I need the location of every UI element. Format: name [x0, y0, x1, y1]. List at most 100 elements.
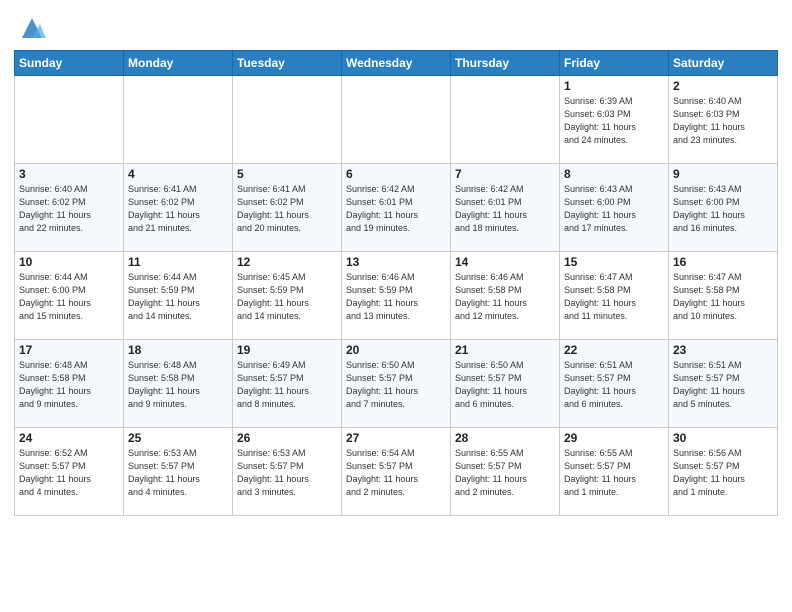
day-number: 25	[128, 431, 228, 445]
day-info: Sunrise: 6:41 AM Sunset: 6:02 PM Dayligh…	[128, 183, 228, 235]
day-number: 28	[455, 431, 555, 445]
day-info: Sunrise: 6:46 AM Sunset: 5:59 PM Dayligh…	[346, 271, 446, 323]
calendar-cell: 12 Sunrise: 6:45 AM Sunset: 5:59 PM Dayli…	[233, 252, 342, 340]
calendar-cell: 17 Sunrise: 6:48 AM Sunset: 5:58 PM Dayli…	[15, 340, 124, 428]
calendar-cell: 4Sunrise: 6:41 AM Sunset: 6:02 PM Daylig…	[124, 164, 233, 252]
weekday-header-friday: Friday	[560, 51, 669, 76]
logo-icon	[18, 14, 46, 42]
calendar-cell: 16 Sunrise: 6:47 AM Sunset: 5:58 PM Dayli…	[669, 252, 778, 340]
day-info: Sunrise: 6:42 AM Sunset: 6:01 PM Dayligh…	[455, 183, 555, 235]
calendar-cell: 21Sunrise: 6:50 AM Sunset: 5:57 PM Dayli…	[451, 340, 560, 428]
calendar-cell: 15 Sunrise: 6:47 AM Sunset: 5:58 PM Dayli…	[560, 252, 669, 340]
calendar-cell: 8 Sunrise: 6:43 AM Sunset: 6:00 PM Daylig…	[560, 164, 669, 252]
day-number: 15	[564, 255, 664, 269]
calendar-week-4: 17 Sunrise: 6:48 AM Sunset: 5:58 PM Dayli…	[15, 340, 778, 428]
day-number: 19	[237, 343, 337, 357]
day-info: Sunrise: 6:48 AM Sunset: 5:58 PM Dayligh…	[19, 359, 119, 411]
day-info: Sunrise: 6:41 AM Sunset: 6:02 PM Dayligh…	[237, 183, 337, 235]
day-info: Sunrise: 6:44 AM Sunset: 5:59 PM Dayligh…	[128, 271, 228, 323]
weekday-header-wednesday: Wednesday	[342, 51, 451, 76]
calendar-cell: 27 Sunrise: 6:54 AM Sunset: 5:57 PM Dayli…	[342, 428, 451, 516]
logo	[14, 14, 46, 42]
calendar-cell: 18 Sunrise: 6:48 AM Sunset: 5:58 PM Dayli…	[124, 340, 233, 428]
day-number: 18	[128, 343, 228, 357]
day-info: Sunrise: 6:39 AM Sunset: 6:03 PM Dayligh…	[564, 95, 664, 147]
calendar-week-3: 10 Sunrise: 6:44 AM Sunset: 6:00 PM Dayli…	[15, 252, 778, 340]
day-number: 11	[128, 255, 228, 269]
day-number: 10	[19, 255, 119, 269]
day-number: 21	[455, 343, 555, 357]
day-number: 17	[19, 343, 119, 357]
weekday-header-monday: Monday	[124, 51, 233, 76]
calendar-cell: 13 Sunrise: 6:46 AM Sunset: 5:59 PM Dayli…	[342, 252, 451, 340]
header	[14, 10, 778, 42]
day-number: 13	[346, 255, 446, 269]
day-info: Sunrise: 6:40 AM Sunset: 6:02 PM Dayligh…	[19, 183, 119, 235]
day-number: 16	[673, 255, 773, 269]
day-info: Sunrise: 6:47 AM Sunset: 5:58 PM Dayligh…	[673, 271, 773, 323]
calendar-week-1: 1 Sunrise: 6:39 AM Sunset: 6:03 PM Daylig…	[15, 76, 778, 164]
day-info: Sunrise: 6:46 AM Sunset: 5:58 PM Dayligh…	[455, 271, 555, 323]
calendar-cell	[342, 76, 451, 164]
calendar-cell: 28 Sunrise: 6:55 AM Sunset: 5:57 PM Dayli…	[451, 428, 560, 516]
calendar-cell: 25 Sunrise: 6:53 AM Sunset: 5:57 PM Dayli…	[124, 428, 233, 516]
day-number: 8	[564, 167, 664, 181]
day-info: Sunrise: 6:55 AM Sunset: 5:57 PM Dayligh…	[455, 447, 555, 499]
calendar-week-5: 24Sunrise: 6:52 AM Sunset: 5:57 PM Dayli…	[15, 428, 778, 516]
day-number: 26	[237, 431, 337, 445]
calendar-cell: 29 Sunrise: 6:55 AM Sunset: 5:57 PM Dayli…	[560, 428, 669, 516]
day-info: Sunrise: 6:50 AM Sunset: 5:57 PM Dayligh…	[346, 359, 446, 411]
day-info: Sunrise: 6:54 AM Sunset: 5:57 PM Dayligh…	[346, 447, 446, 499]
weekday-header-saturday: Saturday	[669, 51, 778, 76]
calendar-cell: 6 Sunrise: 6:42 AM Sunset: 6:01 PM Daylig…	[342, 164, 451, 252]
day-info: Sunrise: 6:40 AM Sunset: 6:03 PM Dayligh…	[673, 95, 773, 147]
calendar-cell: 26 Sunrise: 6:53 AM Sunset: 5:57 PM Dayli…	[233, 428, 342, 516]
calendar-cell: 2 Sunrise: 6:40 AM Sunset: 6:03 PM Daylig…	[669, 76, 778, 164]
calendar-cell: 30 Sunrise: 6:56 AM Sunset: 5:57 PM Dayli…	[669, 428, 778, 516]
weekday-header-row: SundayMondayTuesdayWednesdayThursdayFrid…	[15, 51, 778, 76]
calendar-cell: 3 Sunrise: 6:40 AM Sunset: 6:02 PM Daylig…	[15, 164, 124, 252]
calendar-cell: 20Sunrise: 6:50 AM Sunset: 5:57 PM Dayli…	[342, 340, 451, 428]
calendar-cell: 5Sunrise: 6:41 AM Sunset: 6:02 PM Daylig…	[233, 164, 342, 252]
day-info: Sunrise: 6:48 AM Sunset: 5:58 PM Dayligh…	[128, 359, 228, 411]
day-number: 1	[564, 79, 664, 93]
day-number: 29	[564, 431, 664, 445]
day-number: 2	[673, 79, 773, 93]
main-container: SundayMondayTuesdayWednesdayThursdayFrid…	[0, 0, 792, 522]
day-info: Sunrise: 6:45 AM Sunset: 5:59 PM Dayligh…	[237, 271, 337, 323]
calendar-cell: 9 Sunrise: 6:43 AM Sunset: 6:00 PM Daylig…	[669, 164, 778, 252]
day-number: 22	[564, 343, 664, 357]
day-number: 24	[19, 431, 119, 445]
day-number: 27	[346, 431, 446, 445]
day-info: Sunrise: 6:44 AM Sunset: 6:00 PM Dayligh…	[19, 271, 119, 323]
day-info: Sunrise: 6:42 AM Sunset: 6:01 PM Dayligh…	[346, 183, 446, 235]
calendar-table: SundayMondayTuesdayWednesdayThursdayFrid…	[14, 50, 778, 516]
day-number: 7	[455, 167, 555, 181]
day-info: Sunrise: 6:47 AM Sunset: 5:58 PM Dayligh…	[564, 271, 664, 323]
calendar-cell: 24Sunrise: 6:52 AM Sunset: 5:57 PM Dayli…	[15, 428, 124, 516]
day-info: Sunrise: 6:43 AM Sunset: 6:00 PM Dayligh…	[673, 183, 773, 235]
day-info: Sunrise: 6:43 AM Sunset: 6:00 PM Dayligh…	[564, 183, 664, 235]
weekday-header-tuesday: Tuesday	[233, 51, 342, 76]
day-info: Sunrise: 6:56 AM Sunset: 5:57 PM Dayligh…	[673, 447, 773, 499]
day-number: 3	[19, 167, 119, 181]
day-number: 12	[237, 255, 337, 269]
calendar-cell: 11 Sunrise: 6:44 AM Sunset: 5:59 PM Dayli…	[124, 252, 233, 340]
day-number: 9	[673, 167, 773, 181]
day-number: 23	[673, 343, 773, 357]
calendar-week-2: 3 Sunrise: 6:40 AM Sunset: 6:02 PM Daylig…	[15, 164, 778, 252]
calendar-cell: 23Sunrise: 6:51 AM Sunset: 5:57 PM Dayli…	[669, 340, 778, 428]
calendar-cell: 14 Sunrise: 6:46 AM Sunset: 5:58 PM Dayli…	[451, 252, 560, 340]
day-number: 14	[455, 255, 555, 269]
calendar-cell	[124, 76, 233, 164]
day-info: Sunrise: 6:55 AM Sunset: 5:57 PM Dayligh…	[564, 447, 664, 499]
calendar-cell	[451, 76, 560, 164]
day-number: 30	[673, 431, 773, 445]
calendar-cell: 19Sunrise: 6:49 AM Sunset: 5:57 PM Dayli…	[233, 340, 342, 428]
calendar-cell: 10 Sunrise: 6:44 AM Sunset: 6:00 PM Dayli…	[15, 252, 124, 340]
day-number: 6	[346, 167, 446, 181]
weekday-header-sunday: Sunday	[15, 51, 124, 76]
weekday-header-thursday: Thursday	[451, 51, 560, 76]
day-info: Sunrise: 6:53 AM Sunset: 5:57 PM Dayligh…	[237, 447, 337, 499]
day-info: Sunrise: 6:53 AM Sunset: 5:57 PM Dayligh…	[128, 447, 228, 499]
